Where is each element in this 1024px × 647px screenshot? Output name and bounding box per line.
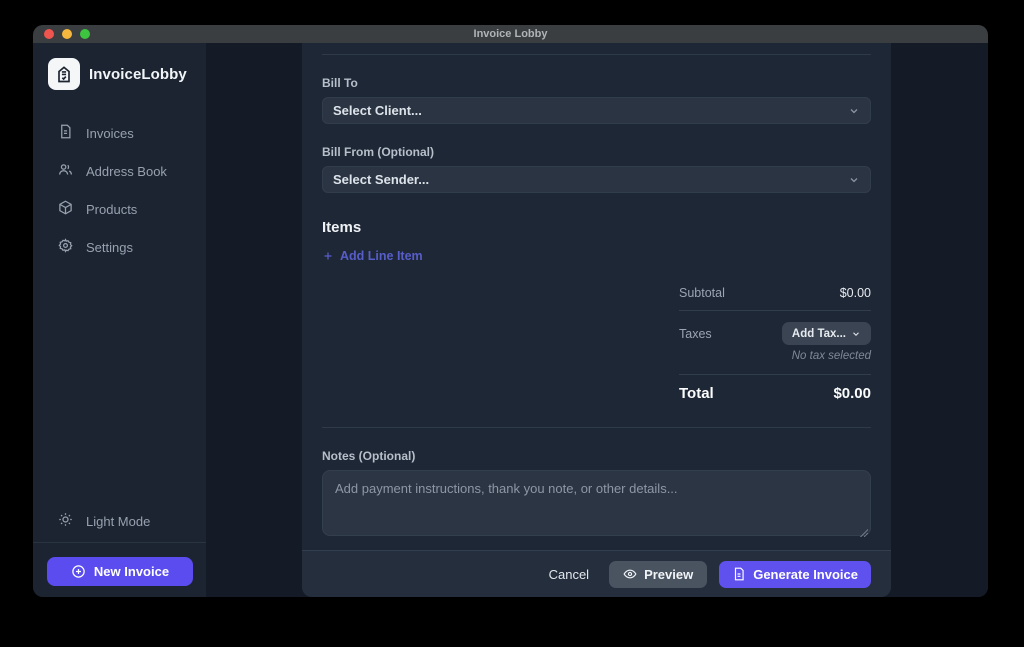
notes-label: Notes (Optional): [322, 449, 871, 463]
sidebar-item-invoices[interactable]: Invoices: [33, 114, 206, 152]
subtotal-value: $0.00: [840, 286, 871, 300]
invoice-form-panel: Bill To Select Client... Bill From (Opti…: [302, 43, 891, 597]
cube-icon: [58, 200, 73, 218]
invoice-document-icon: [58, 124, 73, 142]
sidebar-item-settings[interactable]: Settings: [33, 228, 206, 266]
add-tax-select[interactable]: Add Tax...: [782, 322, 871, 345]
total-label: Total: [679, 385, 714, 402]
bill-from-label: Bill From (Optional): [322, 145, 871, 159]
app-logo-row: InvoiceLobby: [33, 43, 206, 100]
notes-textarea[interactable]: [322, 470, 871, 536]
new-invoice-button[interactable]: New Invoice: [47, 557, 193, 586]
theme-toggle[interactable]: Light Mode: [33, 502, 206, 542]
taxes-label: Taxes: [679, 327, 712, 341]
add-line-item-button[interactable]: Add Line Item: [322, 249, 423, 263]
app-window: Invoice Lobby InvoiceLobby: [33, 25, 988, 597]
totals-summary: Subtotal $0.00 Taxes Add Tax...: [679, 282, 871, 414]
cancel-button[interactable]: Cancel: [541, 561, 597, 588]
file-icon: [732, 567, 746, 581]
gear-icon: [58, 238, 73, 256]
sidebar-divider: [33, 542, 206, 543]
theme-toggle-label: Light Mode: [86, 514, 150, 529]
subtotal-row: Subtotal $0.00: [679, 282, 871, 310]
preview-button[interactable]: Preview: [609, 561, 707, 588]
eye-icon: [623, 567, 637, 581]
preview-label: Preview: [644, 567, 693, 582]
sidebar-item-products[interactable]: Products: [33, 190, 206, 228]
chevron-down-icon: [851, 329, 861, 339]
chevron-down-icon: [848, 105, 860, 117]
generate-invoice-label: Generate Invoice: [753, 567, 858, 582]
people-icon: [58, 162, 73, 180]
sidebar-item-label: Products: [86, 202, 137, 217]
sidebar-nav: Invoices Address Book: [33, 114, 206, 266]
bill-to-label: Bill To: [322, 76, 871, 90]
add-tax-label: Add Tax...: [792, 328, 846, 340]
bill-from-value: Select Sender...: [333, 172, 429, 187]
generate-invoice-button[interactable]: Generate Invoice: [719, 561, 871, 588]
chevron-down-icon: [848, 174, 860, 186]
bill-to-value: Select Client...: [333, 103, 422, 118]
sidebar-item-label: Address Book: [86, 164, 167, 179]
add-line-item-label: Add Line Item: [340, 249, 423, 263]
sun-icon: [58, 512, 73, 530]
new-invoice-label: New Invoice: [94, 564, 169, 579]
sidebar: InvoiceLobby Invoices: [33, 43, 206, 597]
total-value: $0.00: [833, 385, 871, 402]
total-row: Total $0.00: [679, 375, 871, 414]
sidebar-item-label: Invoices: [86, 126, 134, 141]
sidebar-item-address-book[interactable]: Address Book: [33, 152, 206, 190]
bill-to-select[interactable]: Select Client...: [322, 97, 871, 124]
items-heading: Items: [322, 219, 871, 236]
invoice-form: Bill To Select Client... Bill From (Opti…: [302, 43, 891, 550]
app-logo-icon: [48, 58, 80, 90]
window-title: Invoice Lobby: [33, 28, 988, 40]
section-divider: [322, 427, 871, 428]
app-name: InvoiceLobby: [89, 66, 187, 83]
plus-icon: [322, 250, 334, 262]
section-divider: [322, 54, 871, 55]
bill-from-select[interactable]: Select Sender...: [322, 166, 871, 193]
form-footer: Cancel Preview: [302, 550, 891, 597]
plus-circle-icon: [71, 564, 86, 579]
sidebar-item-label: Settings: [86, 240, 133, 255]
subtotal-label: Subtotal: [679, 286, 725, 300]
no-tax-selected-text: No tax selected: [679, 347, 871, 374]
titlebar: Invoice Lobby: [33, 25, 988, 43]
main-area: Bill To Select Client... Bill From (Opti…: [206, 43, 988, 597]
taxes-row: Taxes Add Tax...: [679, 311, 871, 347]
resize-grip[interactable]: [859, 528, 868, 537]
